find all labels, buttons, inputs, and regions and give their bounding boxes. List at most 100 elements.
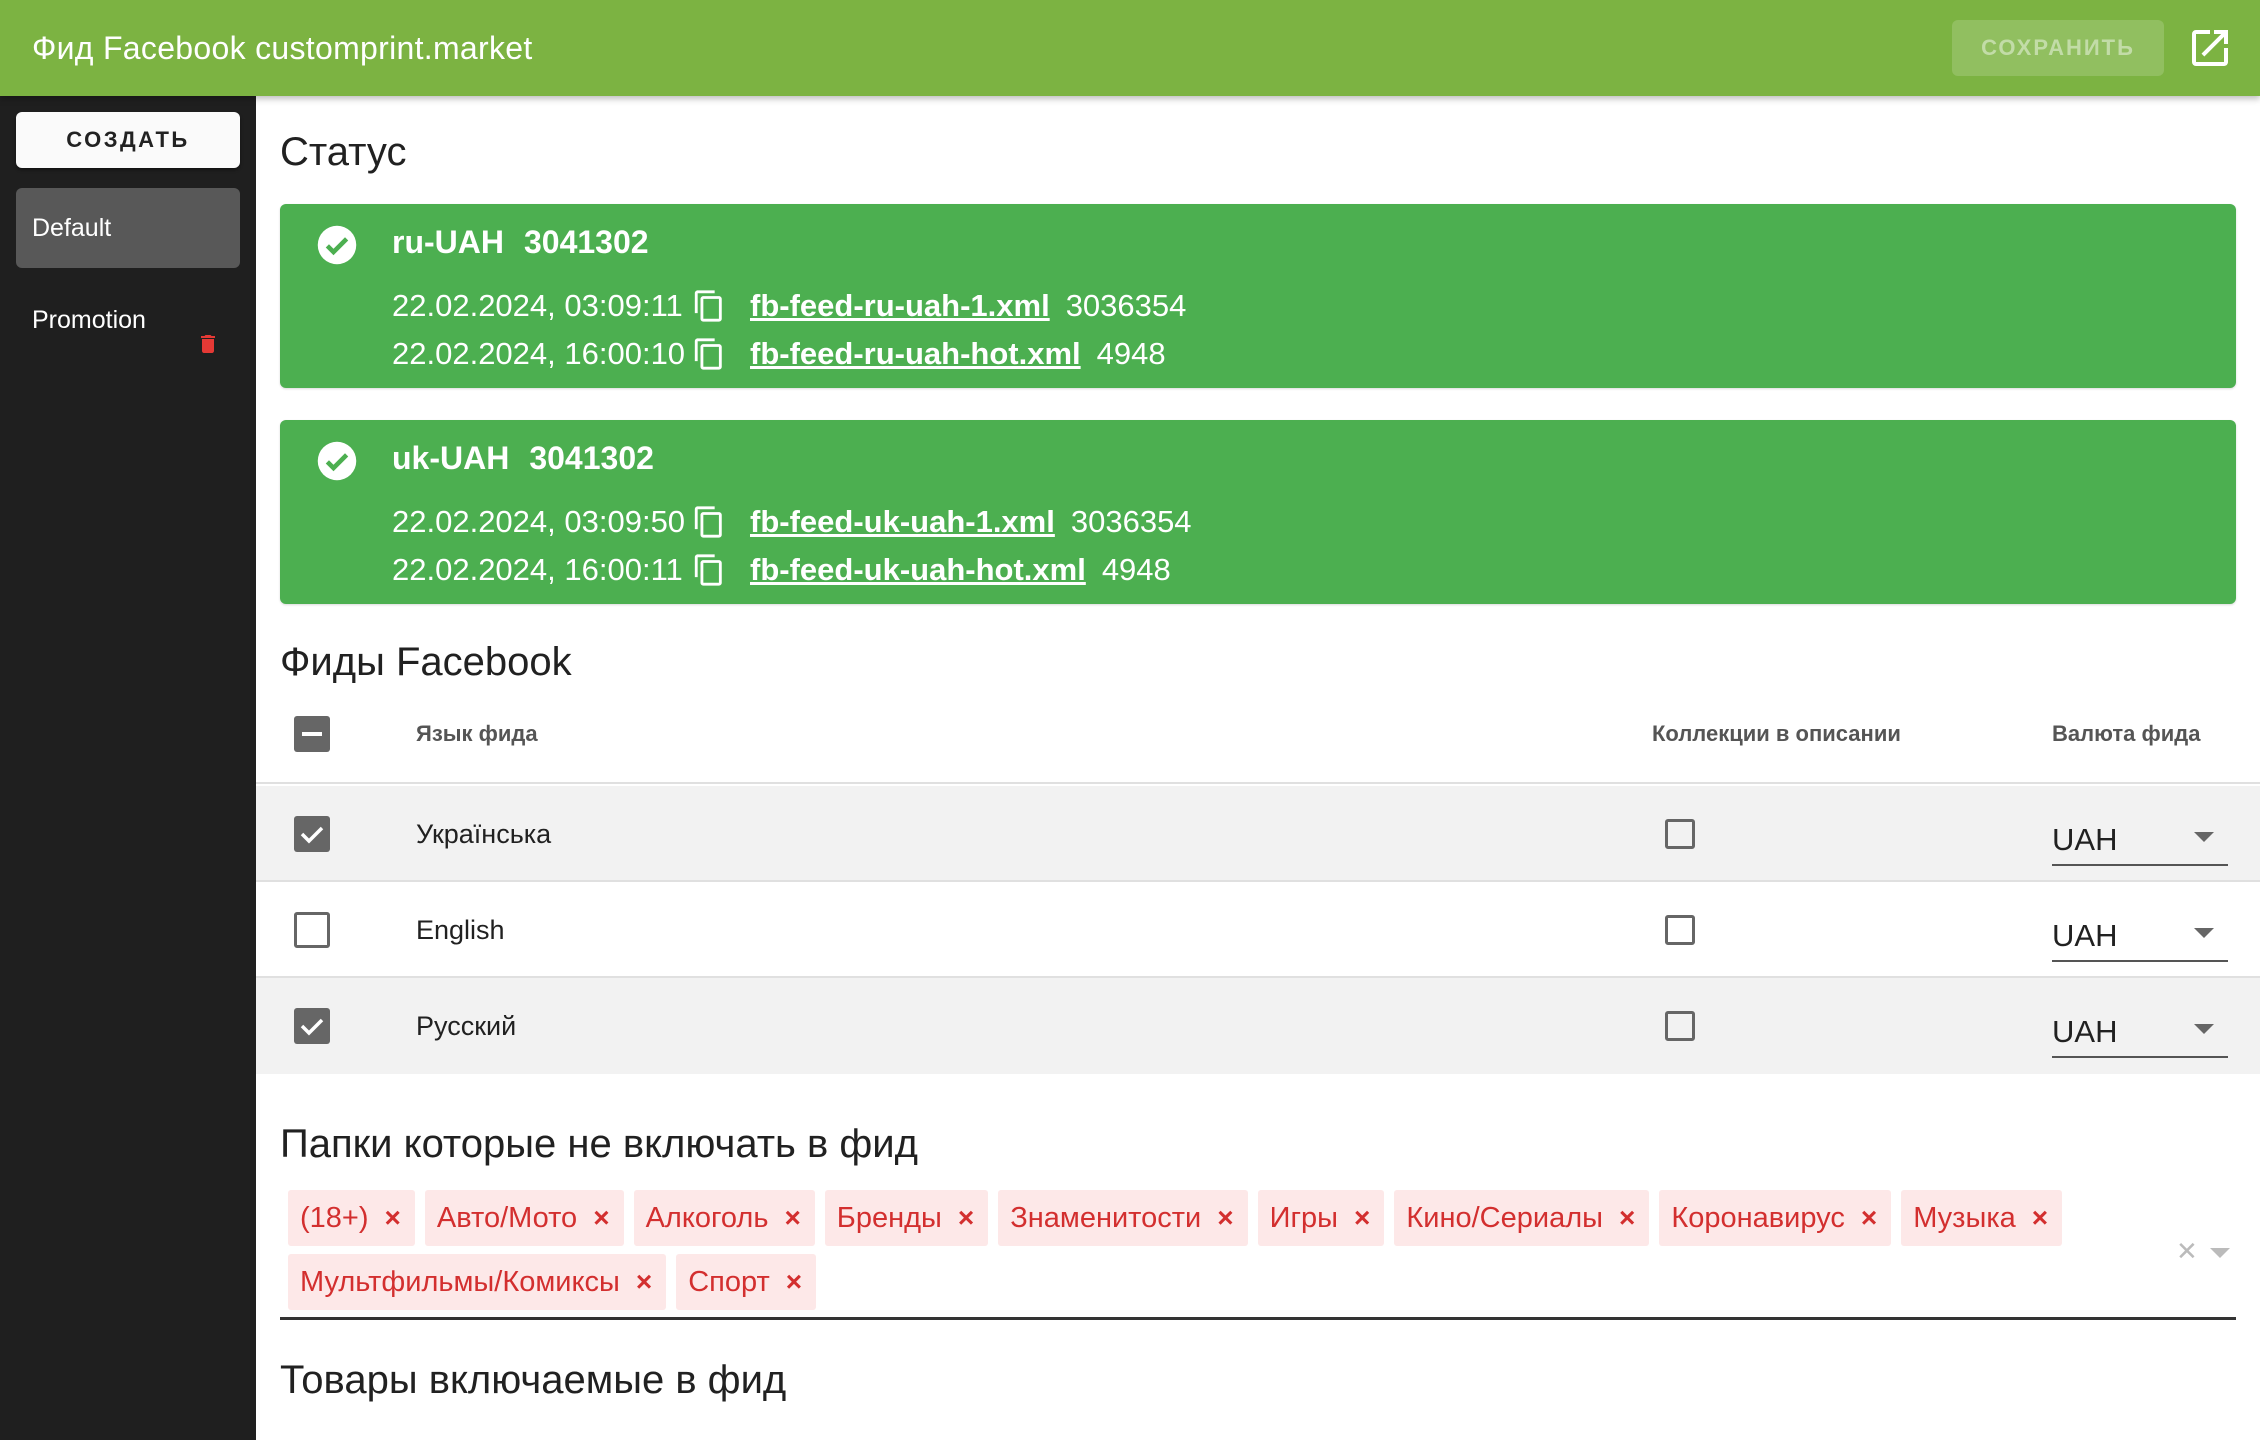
main-content: Статус ru-UAH 3041302 22.02.2024, 03:09:1… [256, 96, 2260, 1440]
chevron-down-icon [2194, 832, 2214, 842]
open-in-new-icon[interactable] [2186, 24, 2234, 72]
file-count: 3036354 [1065, 288, 1187, 323]
chip-label: Кино/Сериалы [1406, 1202, 1603, 1234]
status-header: ru-UAH 3041302 [392, 224, 649, 261]
remove-chip-icon[interactable]: × [1217, 1190, 1233, 1246]
sidebar-item-label: Default [32, 214, 112, 242]
chip-label: Авто/Мото [436, 1202, 578, 1234]
file-link[interactable]: fb-feed-uk-uah-1.xml [750, 504, 1055, 540]
collections-checkbox[interactable] [1665, 819, 1695, 849]
folder-chip: Музыка × [1901, 1190, 2063, 1246]
file-row: 22.02.2024, 03:09:50 fb-feed-uk-uah-1.xm… [392, 500, 1192, 544]
sidebar-item-promotion[interactable]: Promotion [16, 280, 240, 360]
chip-label: Мультфильмы/Комиксы [300, 1266, 620, 1298]
currency-select[interactable]: UAH [2052, 814, 2228, 866]
table-row[interactable]: English UAH [256, 882, 2260, 978]
remove-chip-icon[interactable]: × [1354, 1190, 1370, 1246]
folder-chip: Знаменитости × [998, 1190, 1248, 1246]
folder-chip: Алкоголь × [633, 1190, 815, 1246]
feeds-heading: Фиды Facebook [280, 640, 572, 684]
file-row: 22.02.2024, 16:00:10 fb-feed-ru-uah-hot.… [392, 332, 1166, 376]
folder-chip: (18+) × [288, 1190, 415, 1246]
chip-label: (18+) [300, 1202, 369, 1234]
create-button[interactable]: СОЗДАТЬ [16, 112, 240, 168]
column-language[interactable]: Язык фида [416, 684, 538, 784]
copy-icon[interactable] [692, 287, 726, 325]
included-heading: Товары включаемые в фид [280, 1358, 787, 1402]
table-row[interactable]: Українська UAH [256, 786, 2260, 882]
copy-icon[interactable] [692, 551, 726, 589]
clear-icon[interactable]: ✕ [2176, 1236, 2198, 1267]
chip-label: Знаменитости [1010, 1202, 1202, 1234]
file-link[interactable]: fb-feed-ru-uah-1.xml [750, 288, 1050, 324]
language-name: English [416, 915, 505, 945]
file-date: 22.02.2024, 16:00:11 [392, 552, 683, 587]
status-heading: Статус [280, 130, 407, 174]
copy-icon[interactable] [692, 335, 726, 373]
collections-checkbox[interactable] [1665, 1011, 1695, 1041]
select-all-checkbox[interactable] [294, 716, 330, 752]
file-count: 3036354 [1070, 504, 1192, 539]
file-link[interactable]: fb-feed-uk-uah-hot.xml [750, 552, 1086, 588]
copy-icon[interactable] [692, 503, 726, 541]
excluded-heading: Папки которые не включать в фид [280, 1122, 918, 1166]
row-checkbox[interactable] [294, 1008, 330, 1044]
page-title: Фид Facebook customprint.market [32, 30, 533, 66]
language-name: Русский [416, 1011, 517, 1041]
file-count: 4948 [1101, 552, 1171, 587]
excluded-folders-select[interactable]: (18+) × Авто/Мото × Алкоголь × Бренды × Знаменит… [280, 1190, 2236, 1320]
remove-chip-icon[interactable]: × [1861, 1190, 1877, 1246]
remove-chip-icon[interactable]: × [636, 1254, 652, 1310]
currency-value: UAH [2052, 1014, 2118, 1049]
check-circle-icon [317, 225, 357, 265]
folder-chip: Игры × [1257, 1190, 1385, 1246]
status-locale: ru-UAH [392, 224, 504, 260]
remove-chip-icon[interactable]: × [958, 1190, 974, 1246]
file-link[interactable]: fb-feed-ru-uah-hot.xml [750, 336, 1081, 372]
app-bar: Фид Facebook customprint.market СОХРАНИТ… [0, 0, 2260, 96]
file-date: 22.02.2024, 03:09:50 [392, 504, 686, 539]
folder-chip: Авто/Мото × [424, 1190, 624, 1246]
file-row: 22.02.2024, 03:09:11 fb-feed-ru-uah-1.xm… [392, 284, 1186, 328]
status-total: 3041302 [523, 224, 649, 260]
status-total: 3041302 [529, 440, 654, 476]
currency-value: UAH [2052, 918, 2118, 953]
remove-chip-icon[interactable]: × [2032, 1190, 2048, 1246]
sidebar-item-default[interactable]: Default [16, 188, 240, 268]
chip-label: Спорт [688, 1266, 770, 1298]
chip-label: Бренды [836, 1202, 942, 1234]
chip-label: Коронавирус [1671, 1202, 1845, 1234]
feeds-table-header: Язык фида Коллекции в описании Валюта фи… [256, 684, 2260, 784]
remove-chip-icon[interactable]: × [786, 1254, 802, 1310]
row-checkbox[interactable] [294, 912, 330, 948]
chevron-down-icon [2194, 1024, 2214, 1034]
table-row[interactable]: Русский UAH [256, 978, 2260, 1074]
sidebar: СОЗДАТЬ Default Promotion [0, 96, 256, 1440]
currency-value: UAH [2052, 822, 2118, 857]
collections-checkbox[interactable] [1665, 915, 1695, 945]
status-card: ru-UAH 3041302 22.02.2024, 03:09:11 fb-fe… [280, 204, 2236, 388]
remove-chip-icon[interactable]: × [593, 1190, 609, 1246]
remove-chip-icon[interactable]: × [1619, 1190, 1635, 1246]
folder-chip: Кино/Сериалы × [1394, 1190, 1650, 1246]
column-currency[interactable]: Валюта фида [2052, 684, 2200, 784]
chip-list: (18+) × Авто/Мото × Алкоголь × Бренды × Знаменит… [288, 1190, 2108, 1318]
remove-chip-icon[interactable]: × [784, 1190, 800, 1246]
status-locale: uk-UAH [392, 440, 510, 476]
save-button[interactable]: СОХРАНИТЬ [1952, 20, 2164, 76]
chevron-down-icon[interactable] [2210, 1248, 2230, 1258]
column-collections[interactable]: Коллекции в описании [1652, 684, 1901, 784]
row-checkbox[interactable] [294, 816, 330, 852]
chip-label: Игры [1269, 1202, 1339, 1234]
folder-chip: Бренды × [824, 1190, 989, 1246]
remove-chip-icon[interactable]: × [385, 1190, 401, 1246]
trash-icon[interactable] [196, 308, 220, 353]
chip-label: Музыка [1913, 1202, 2016, 1234]
currency-select[interactable]: UAH [2052, 910, 2228, 962]
chevron-down-icon [2194, 928, 2214, 938]
sidebar-item-label: Promotion [32, 306, 146, 334]
check-circle-icon [317, 441, 357, 481]
language-name: Українська [416, 819, 552, 849]
currency-select[interactable]: UAH [2052, 1006, 2228, 1058]
status-header: uk-UAH 3041302 [392, 440, 654, 477]
